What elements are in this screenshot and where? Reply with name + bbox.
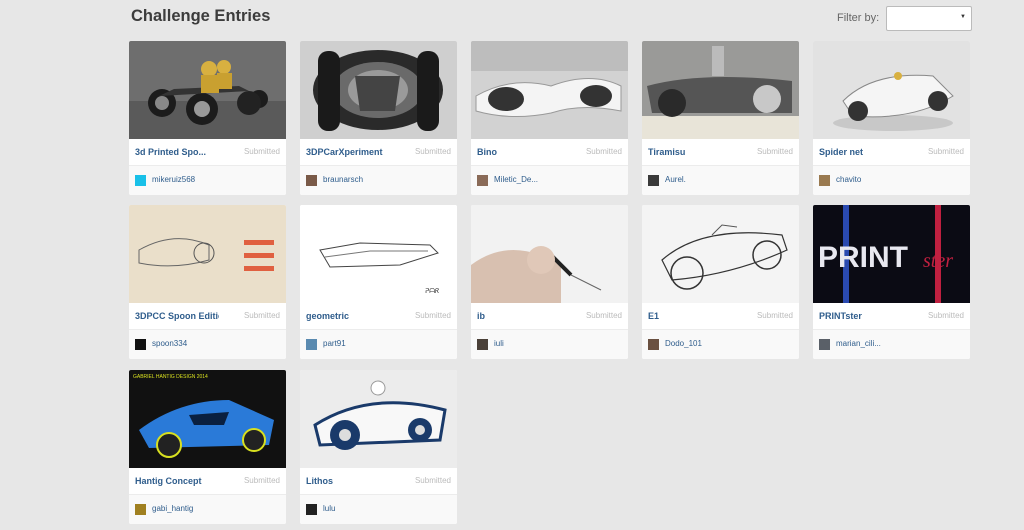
- page-title: Challenge Entries: [131, 7, 271, 25]
- entry-title-link[interactable]: Bino: [477, 147, 561, 157]
- user-avatar[interactable]: [306, 504, 317, 515]
- status-label: Submitted: [414, 311, 451, 320]
- entry-card[interactable]: ib Submitted iuli: [471, 205, 628, 359]
- status-label: Submitted: [927, 311, 964, 320]
- username-link[interactable]: gabi_hantig: [152, 504, 193, 513]
- author-row: Dodo_101: [642, 329, 799, 359]
- username-link[interactable]: braunarsch: [323, 175, 363, 184]
- entry-card[interactable]: 3d Printed Spo... Submitted mikeruiz568: [129, 41, 286, 195]
- entry-title-link[interactable]: Tiramisu: [648, 147, 732, 157]
- caret-down-icon: ▼: [960, 14, 966, 20]
- status-label: Submitted: [585, 311, 622, 320]
- entry-title-link[interactable]: 3DPCarXperiment: [306, 147, 390, 157]
- entry-title-link[interactable]: E1: [648, 311, 732, 321]
- entry-title-link[interactable]: geometric: [306, 311, 390, 321]
- author-row: chavito: [813, 165, 970, 195]
- svg-text:GABRIEL HANTIG DESIGN 2014: GABRIEL HANTIG DESIGN 2014: [133, 374, 208, 380]
- user-avatar[interactable]: [648, 175, 659, 186]
- status-label: Submitted: [243, 147, 280, 156]
- entry-card[interactable]: Tiramisu Submitted Aurel.: [642, 41, 799, 195]
- entry-title-link[interactable]: PRINTster: [819, 311, 903, 321]
- author-row: marian_cili...: [813, 329, 970, 359]
- status-label: Submitted: [414, 476, 451, 485]
- svg-text:PRINT: PRINT: [818, 241, 908, 274]
- status-label: Submitted: [243, 311, 280, 320]
- entry-title-link[interactable]: Spider net: [819, 147, 903, 157]
- entry-thumbnail-image[interactable]: [813, 41, 970, 139]
- entry-title-link[interactable]: 3DPCC Spoon Edition: [135, 311, 219, 321]
- user-avatar[interactable]: [135, 175, 146, 186]
- entry-title-link[interactable]: ib: [477, 311, 561, 321]
- entry-thumbnail-image[interactable]: PRINT ster: [813, 205, 970, 303]
- entry-card[interactable]: ᕈᗩᖇ geometric Submitted part91: [300, 205, 457, 359]
- user-avatar[interactable]: [306, 175, 317, 186]
- svg-text:ᕈᗩᖇ: ᕈᗩᖇ: [425, 287, 439, 295]
- entry-title-link[interactable]: 3d Printed Spo...: [135, 147, 219, 157]
- filter-select[interactable]: ▼: [886, 6, 972, 31]
- status-label: Submitted: [756, 311, 793, 320]
- author-row: spoon334: [129, 329, 286, 359]
- entry-thumbnail-image[interactable]: [300, 41, 457, 139]
- username-link[interactable]: mikeruiz568: [152, 175, 195, 184]
- username-link[interactable]: Dodo_101: [665, 339, 702, 348]
- author-row: lulu: [300, 494, 457, 524]
- entry-thumbnail-image[interactable]: [129, 205, 286, 303]
- username-link[interactable]: iuli: [494, 339, 504, 348]
- entry-thumbnail-image[interactable]: [642, 41, 799, 139]
- entry-thumbnail-image[interactable]: ᕈᗩᖇ: [300, 205, 457, 303]
- status-label: Submitted: [585, 147, 622, 156]
- user-avatar[interactable]: [477, 175, 488, 186]
- username-link[interactable]: part91: [323, 339, 346, 348]
- svg-text:ster: ster: [923, 250, 953, 272]
- author-row: gabi_hantig: [129, 494, 286, 524]
- author-row: mikeruiz568: [129, 165, 286, 195]
- entry-card[interactable]: 3DPCarXperiment Submitted braunarsch: [300, 41, 457, 195]
- status-label: Submitted: [414, 147, 451, 156]
- user-avatar[interactable]: [306, 339, 317, 350]
- username-link[interactable]: Aurel.: [665, 175, 686, 184]
- author-row: part91: [300, 329, 457, 359]
- user-avatar[interactable]: [135, 504, 146, 515]
- author-row: Aurel.: [642, 165, 799, 195]
- entry-thumbnail-image[interactable]: [300, 370, 457, 468]
- entry-thumbnail-image[interactable]: [129, 41, 286, 139]
- status-label: Submitted: [756, 147, 793, 156]
- entry-card[interactable]: GABRIEL HANTIG DESIGN 2014 Hantig Concep…: [129, 370, 286, 524]
- status-label: Submitted: [243, 476, 280, 485]
- username-link[interactable]: spoon334: [152, 339, 187, 348]
- username-link[interactable]: chavito: [836, 175, 861, 184]
- filter-label: Filter by:: [837, 12, 880, 24]
- entry-card[interactable]: Lithos Submitted lulu: [300, 370, 457, 524]
- author-row: iuli: [471, 329, 628, 359]
- user-avatar[interactable]: [477, 339, 488, 350]
- entry-card[interactable]: Bino Submitted Miletic_De...: [471, 41, 628, 195]
- status-label: Submitted: [927, 147, 964, 156]
- user-avatar[interactable]: [135, 339, 146, 350]
- entry-card[interactable]: 3DPCC Spoon Edition Submitted spoon334: [129, 205, 286, 359]
- entry-thumbnail-image[interactable]: GABRIEL HANTIG DESIGN 2014: [129, 370, 286, 468]
- username-link[interactable]: marian_cili...: [836, 339, 881, 348]
- entry-thumbnail-image[interactable]: [642, 205, 799, 303]
- entry-title-link[interactable]: Hantig Concept: [135, 476, 219, 486]
- entry-title-link[interactable]: Lithos: [306, 476, 390, 486]
- user-avatar[interactable]: [819, 175, 830, 186]
- entry-card[interactable]: Spider net Submitted chavito: [813, 41, 970, 195]
- entry-thumbnail-image[interactable]: [471, 205, 628, 303]
- entry-thumbnail-image[interactable]: [471, 41, 628, 139]
- entry-card[interactable]: E1 Submitted Dodo_101: [642, 205, 799, 359]
- user-avatar[interactable]: [819, 339, 830, 350]
- username-link[interactable]: lulu: [323, 504, 335, 513]
- entry-card[interactable]: PRINT ster PRINTster Submitted marian_cil…: [813, 205, 970, 359]
- username-link[interactable]: Miletic_De...: [494, 175, 538, 184]
- author-row: Miletic_De...: [471, 165, 628, 195]
- user-avatar[interactable]: [648, 339, 659, 350]
- author-row: braunarsch: [300, 165, 457, 195]
